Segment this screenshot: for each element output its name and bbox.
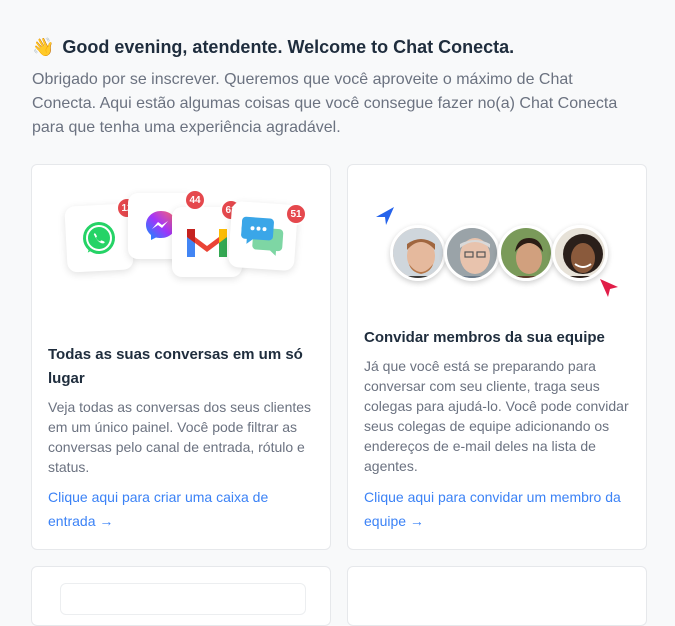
card-next-right xyxy=(347,566,647,626)
chat-badge: 51 xyxy=(285,203,307,225)
card-title: Todas as suas conversas em um só lugar xyxy=(48,346,303,387)
card-conversations: 12 44 51 Todas as suas conversas em um s… xyxy=(31,164,331,550)
card-title: Convidar membros da sua equipe xyxy=(364,329,605,346)
card-description: Veja todas as conversas dos seus cliente… xyxy=(48,399,312,475)
messenger-badge: 44 xyxy=(184,189,206,211)
card-invite-team: Convidar membros da sua equipe Já que vo… xyxy=(347,164,647,550)
invite-member-link[interactable]: Clique aqui para convidar um membro da e… xyxy=(364,485,630,533)
gmail-icon xyxy=(187,229,227,257)
greeting-heading: 👋 Good evening, atendente. Welcome to Ch… xyxy=(32,34,632,60)
welcome-header: 👋 Good evening, atendente. Welcome to Ch… xyxy=(32,34,632,140)
cursor-red-icon xyxy=(600,279,618,297)
cursor-blue-icon xyxy=(376,207,394,225)
card-next-left xyxy=(31,566,331,626)
intro-text: Obrigado por se inscrever. Queremos que … xyxy=(32,71,618,136)
card-preview-box xyxy=(60,583,306,615)
avatar-member-3 xyxy=(498,225,554,281)
create-inbox-link[interactable]: Clique aqui para criar uma caixa de entr… xyxy=(48,485,314,533)
avatar-member-4 xyxy=(552,225,608,281)
avatar-member-2 xyxy=(444,225,500,281)
waving-hand-icon: 👋 xyxy=(32,36,55,57)
avatar-member-1 xyxy=(390,225,446,281)
card-description: Já que você está se preparando para conv… xyxy=(364,358,629,474)
whatsapp-icon xyxy=(83,222,115,254)
chat-icon xyxy=(241,216,284,256)
greeting-text: Good evening, atendente. Welcome to Chat… xyxy=(62,36,515,57)
